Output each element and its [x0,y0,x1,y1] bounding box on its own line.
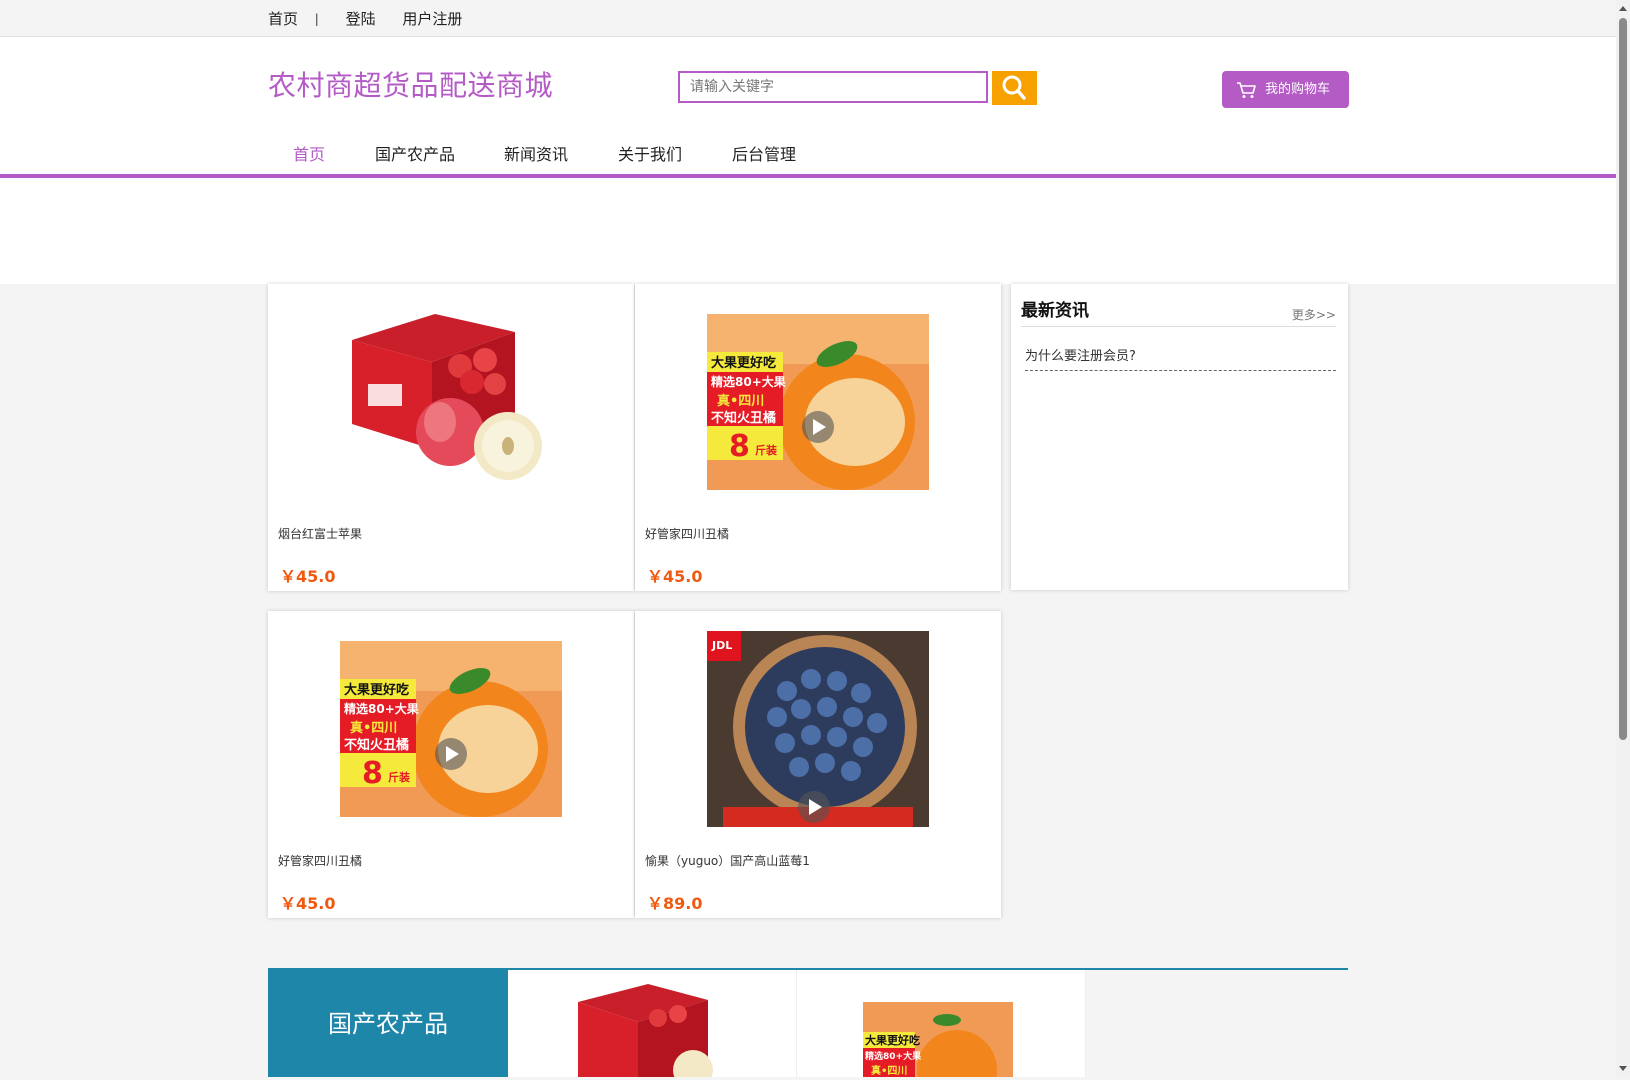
section-product-tile[interactable]: 大果更好吃 精选80+大果 真•四川 [797,970,1086,1077]
search-input[interactable] [680,73,980,101]
search-icon [1002,75,1026,100]
svg-text:斤装: 斤装 [755,443,777,457]
svg-text:精选80+大果: 精选80+大果 [711,374,786,389]
nav-item-about[interactable]: 关于我们 [618,141,682,169]
svg-text:大果更好吃: 大果更好吃 [865,1033,920,1047]
section-image-apple[interactable] [508,970,796,1077]
section-product-tile[interactable] [508,970,797,1077]
top-bar: 首页 | 登陆 用户注册 [0,0,1616,37]
product-image-blueberry[interactable]: JDL [707,631,929,827]
news-more-link[interactable]: 更多>> [1292,306,1336,323]
login-link[interactable]: 登陆 [346,8,376,29]
top-links: 首页 | 登陆 用户注册 [268,8,462,29]
banner-area [0,178,1616,284]
cart-button[interactable]: 我的购物车 [1222,71,1349,108]
product-card[interactable]: JDL 愉果（yuguo）国产高山蓝莓1 ￥89.0 [635,611,1001,918]
news-item[interactable]: 为什么要注册会员? [1025,345,1336,371]
product-name[interactable]: 好管家四川丑橘 [645,525,729,542]
nav-item-home[interactable]: 首页 [293,141,325,169]
svg-text:JDL: JDL [711,639,732,652]
news-divider [1021,326,1336,327]
search-button[interactable] [992,71,1037,105]
product-card[interactable]: 大果更好吃 精选80+大果 真•四川 不知火丑橘 8 斤装 好管家四川丑橘 ￥4… [268,611,634,918]
scrollbar-thumb[interactable] [1619,18,1627,740]
scroll-down-arrow-icon[interactable] [1619,1066,1627,1071]
section-title[interactable]: 国产农产品 [268,968,508,1077]
product-price: ￥45.0 [647,567,703,586]
category-section: 国产农产品 大果更好吃 精选80+大果 真•四川 [268,968,1348,1077]
cart-icon [1237,82,1256,98]
product-name[interactable]: 好管家四川丑橘 [278,852,362,869]
svg-text:真•四川: 真•四川 [350,720,397,736]
svg-text:不知火丑橘: 不知火丑橘 [344,737,409,753]
svg-text:8: 8 [729,429,750,464]
top-separator: | [314,11,319,26]
svg-text:精选80+大果: 精选80+大果 [344,701,419,716]
product-image-apple[interactable] [340,304,562,500]
svg-text:真•四川: 真•四川 [717,393,764,409]
nav-item-news[interactable]: 新闻资讯 [504,141,568,169]
svg-text:8: 8 [362,756,383,791]
site-title[interactable]: 农村商超货品配送商城 [268,64,553,104]
news-panel: 最新资讯 更多>> 为什么要注册会员? [1011,284,1348,590]
product-price: ￥89.0 [647,894,703,913]
news-title: 最新资讯 [1021,301,1089,321]
register-link[interactable]: 用户注册 [402,8,462,29]
top-home-link[interactable]: 首页 [268,8,298,29]
cart-label: 我的购物车 [1265,82,1331,97]
search-box [678,71,988,103]
product-image-orange[interactable]: 大果更好吃 精选80+大果 真•四川 不知火丑橘 8 斤装 [707,304,929,500]
svg-text:斤装: 斤装 [388,770,410,784]
product-name[interactable]: 烟台红富士苹果 [278,525,362,542]
svg-text:大果更好吃: 大果更好吃 [711,355,776,371]
nav-item-products[interactable]: 国产农产品 [375,141,455,169]
product-card[interactable]: 大果更好吃 精选80+大果 真•四川 不知火丑橘 8 斤装 好管家四川丑橘 ￥4… [635,284,1001,591]
product-name[interactable]: 愉果（yuguo）国产高山蓝莓1 [645,852,810,869]
product-price: ￥45.0 [280,894,336,913]
nav-item-admin[interactable]: 后台管理 [732,141,796,169]
product-price: ￥45.0 [280,567,336,586]
svg-text:不知火丑橘: 不知火丑橘 [711,410,776,426]
page-scrollbar[interactable] [1616,0,1630,1077]
svg-text:真•四川: 真•四川 [871,1064,907,1077]
site-header: 农村商超货品配送商城 我的购物车 首页 国产农产品 新闻资讯 关于我们 后台管理 [0,37,1616,177]
product-card[interactable]: 烟台红富士苹果 ￥45.0 [268,284,634,591]
section-image-orange[interactable]: 大果更好吃 精选80+大果 真•四川 [797,970,1085,1077]
product-image-orange[interactable]: 大果更好吃 精选80+大果 真•四川 不知火丑橘 8 斤装 [340,631,562,827]
scroll-up-arrow-icon[interactable] [1619,6,1627,11]
svg-text:大果更好吃: 大果更好吃 [344,682,409,698]
svg-text:精选80+大果: 精选80+大果 [865,1050,922,1062]
